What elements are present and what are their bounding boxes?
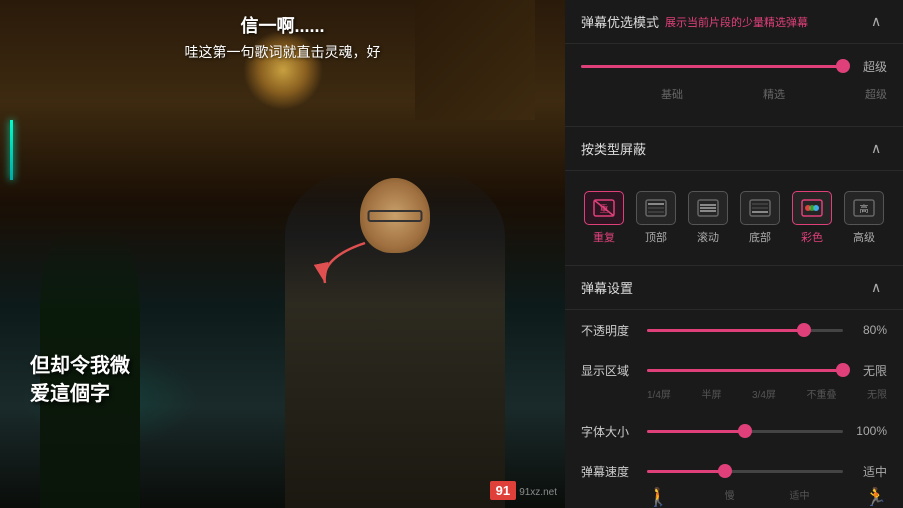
filter-icon-repeat-label: 重复 xyxy=(593,229,615,245)
video-background: 信一啊...... 哇这第一句歌词就直击灵魂，好 但却令我微 爱這個字 91 9… xyxy=(0,0,565,508)
label-selected: 精选 xyxy=(763,86,785,102)
filter-section-title: 按类型屏蔽 xyxy=(581,139,646,158)
font-size-slider-track-wrapper[interactable] xyxy=(647,421,843,441)
font-size-slider-track xyxy=(647,430,843,433)
speed-sublabels: 🚶 慢 适中 🏃 xyxy=(581,487,887,508)
filter-icon-top[interactable]: 顶部 xyxy=(633,191,679,245)
font-size-slider-thumb[interactable] xyxy=(738,424,752,438)
filter-icon-repeat-box: 重 xyxy=(584,191,624,225)
speed-slider-fill xyxy=(647,470,725,473)
priority-slider-track-wrapper[interactable] xyxy=(581,56,843,76)
priority-slider-thumb[interactable] xyxy=(836,59,850,73)
filter-icon-scroll[interactable]: 滚动 xyxy=(685,191,731,245)
priority-mode-desc: 展示当前片段的少量精选弹幕 xyxy=(665,14,808,30)
speed-slider-track xyxy=(647,470,843,473)
subtitle-bottom-line2: 爱這個字 xyxy=(30,383,110,405)
scene-shelf xyxy=(415,0,535,120)
filter-icon-scroll-label: 滚动 xyxy=(697,229,719,245)
arrow-overlay xyxy=(300,228,380,308)
filter-icon-bottom-box xyxy=(740,191,780,225)
display-area-slider-container: 无限 xyxy=(647,360,887,380)
filter-icons-row: 重 重复 xyxy=(581,183,887,253)
danmaku-section-header: 弹幕设置 ∧ xyxy=(565,266,903,310)
speed-slider-thumb[interactable] xyxy=(718,464,732,478)
danmaku-section-chevron[interactable]: ∧ xyxy=(871,280,887,296)
opacity-row: 不透明度 80% xyxy=(565,310,903,350)
filter-icon-bottom[interactable]: 底部 xyxy=(737,191,783,245)
opacity-value: 80% xyxy=(851,323,887,337)
subtitle-line1: 信一啊...... xyxy=(185,12,381,38)
filter-section-header: 按类型屏蔽 ∧ xyxy=(565,127,903,171)
opacity-label: 不透明度 xyxy=(581,322,637,339)
label-super: 超级 xyxy=(865,86,887,102)
video-panel: 信一啊...... 哇这第一句歌词就直击灵魂，好 但却令我微 爱這個字 91 9… xyxy=(0,0,565,508)
subtitle-line2: 哇这第一句歌词就直击灵魂，好 xyxy=(185,42,381,62)
watermark: 91 91xz.net xyxy=(490,481,557,500)
priority-slider-container: 超级 xyxy=(581,56,887,76)
filter-icon-advanced-box: 高 xyxy=(844,191,884,225)
display-area-slider-track xyxy=(647,369,843,372)
filter-section-content: 重 重复 xyxy=(565,171,903,265)
label-basic: 基础 xyxy=(661,86,683,102)
opacity-slider-fill xyxy=(647,329,804,332)
figure-glasses xyxy=(368,210,423,222)
subtitle-bottom: 但却令我微 爱這個字 xyxy=(30,352,130,408)
priority-mode-chevron[interactable]: ∧ xyxy=(871,14,887,30)
speed-value: 适中 xyxy=(851,463,887,480)
filter-icon-repeat[interactable]: 重 重复 xyxy=(581,191,627,245)
danmaku-section-title: 弹幕设置 xyxy=(581,278,633,297)
priority-mode-title: 弹幕优选模式 展示当前片段的少量精选弹幕 xyxy=(581,12,808,31)
filter-icon-advanced[interactable]: 高 高级 xyxy=(841,191,887,245)
priority-mode-content: 超级 基础 精选 超级 xyxy=(565,44,903,126)
priority-slider-fill xyxy=(581,65,843,68)
filter-icon-bottom-label: 底部 xyxy=(749,229,771,245)
filter-section-chevron[interactable]: ∧ xyxy=(871,141,887,157)
font-size-slider-container: 100% xyxy=(647,421,887,441)
danmaku-section: 弹幕设置 ∧ 不透明度 80% 显示区域 xyxy=(565,266,903,508)
font-size-row: 字体大小 100% xyxy=(565,411,903,451)
priority-slider-track xyxy=(581,65,843,68)
filter-section: 按类型屏蔽 ∧ 重 重复 xyxy=(565,127,903,265)
speed-label: 弹幕速度 xyxy=(581,463,637,480)
speed-slider-track-wrapper[interactable] xyxy=(647,461,843,481)
opacity-slider-track xyxy=(647,329,843,332)
priority-mode-labels: 基础 精选 超级 xyxy=(581,86,887,102)
filter-icon-color-box xyxy=(792,191,832,225)
priority-mode-header: 弹幕优选模式 展示当前片段的少量精选弹幕 ∧ xyxy=(565,0,903,44)
subtitle-top: 信一啊...... 哇这第一句歌词就直击灵魂，好 xyxy=(185,12,381,62)
display-area-slider-track-wrapper[interactable] xyxy=(647,360,843,380)
filter-icon-top-label: 顶部 xyxy=(645,229,667,245)
font-size-label: 字体大小 xyxy=(581,423,637,440)
display-area-slider-fill xyxy=(647,369,843,372)
filter-icon-color-label: 彩色 xyxy=(801,229,823,245)
priority-mode-value: 超级 xyxy=(851,58,887,75)
filter-icon-color[interactable]: 彩色 xyxy=(789,191,835,245)
scene-neon xyxy=(10,120,13,180)
speed-slider-container: 适中 xyxy=(647,461,887,481)
display-area-value: 无限 xyxy=(851,362,887,379)
speed-row: 弹幕速度 适中 🚶 慢 适中 🏃 xyxy=(565,451,903,508)
opacity-slider-container: 80% xyxy=(647,320,887,340)
scene-figure xyxy=(285,168,505,508)
display-area-slider-thumb[interactable] xyxy=(836,363,850,377)
priority-mode-section: 弹幕优选模式 展示当前片段的少量精选弹幕 ∧ 超级 xyxy=(565,0,903,126)
priority-mode-slider-row: 超级 基础 精选 超级 xyxy=(581,56,887,102)
opacity-slider-track-wrapper[interactable] xyxy=(647,320,843,340)
font-size-value: 100% xyxy=(851,424,887,438)
subtitle-bottom-line1: 但却令我微 xyxy=(30,355,130,377)
svg-text:高: 高 xyxy=(859,203,868,214)
display-area-sublabels: 1/4屏 半屏 3/4屏 不重叠 无限 xyxy=(581,386,887,401)
filter-icon-advanced-label: 高级 xyxy=(853,229,875,245)
display-area-label: 显示区域 xyxy=(581,362,637,379)
settings-panel[interactable]: 弹幕优选模式 展示当前片段的少量精选弹幕 ∧ 超级 xyxy=(565,0,903,508)
opacity-slider-thumb[interactable] xyxy=(797,323,811,337)
display-area-row: 显示区域 无限 1/4屏 半屏 3/4屏 不重叠 无限 xyxy=(565,350,903,411)
filter-icon-top-box xyxy=(636,191,676,225)
font-size-slider-fill xyxy=(647,430,745,433)
filter-icon-scroll-box xyxy=(688,191,728,225)
